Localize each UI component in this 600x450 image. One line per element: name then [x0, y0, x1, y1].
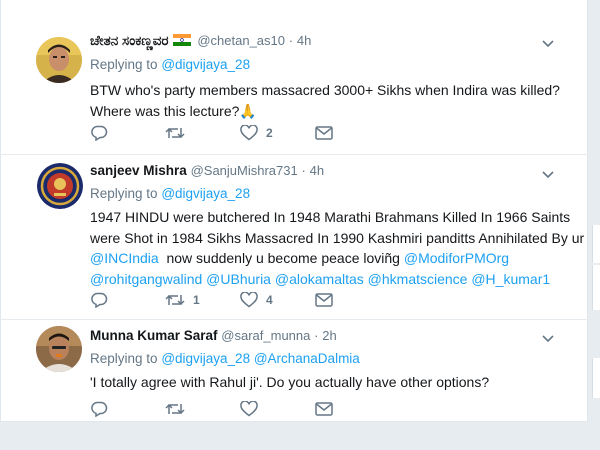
like-count: 4	[266, 293, 273, 307]
mention-link[interactable]: @ModiforPMOrg	[404, 250, 509, 266]
mention-link[interactable]: @INCIndia	[90, 250, 159, 266]
timestamp[interactable]: 4h	[297, 33, 311, 48]
avatar[interactable]	[36, 37, 82, 83]
mention-link[interactable]: @digvijaya_28 @ArchanaDalmia	[161, 351, 360, 366]
side-panel-fragment	[592, 265, 600, 310]
tweet-text-line: 1947 HINDU were butchered In 1948 Marath…	[90, 209, 571, 225]
tweet-text-line: were Shot in 1984 Sikhs Massacred In 199…	[90, 229, 585, 246]
reply-button[interactable]	[90, 401, 108, 417]
separator-dot: ·	[288, 33, 294, 48]
tweet[interactable]: ಚೇತನ ಸಂಕಣ್ಣವರ @chetan_as10 · 4h Replying…	[0, 0, 588, 155]
tweet-text: BTW who's party members massacred 3000+ …	[90, 80, 560, 121]
tweet-header: ಚೇತನ ಸಂಕಣ್ಣವರ @chetan_as10 · 4h	[90, 33, 311, 49]
retweet-icon	[165, 294, 185, 306]
like-button[interactable]	[240, 401, 258, 417]
user-handle[interactable]: @SanjuMishra731	[191, 163, 298, 178]
reply-icon	[91, 401, 108, 417]
page-background	[0, 422, 600, 450]
tweet-actions: 2	[90, 125, 350, 145]
reply-button[interactable]	[90, 125, 108, 141]
side-panel-fragment	[592, 358, 600, 398]
chevron-down-icon[interactable]	[542, 171, 554, 179]
retweet-count: 1	[193, 293, 200, 307]
mention-link[interactable]: @digvijaya_28	[161, 57, 250, 72]
replying-to-label: Replying to	[90, 57, 158, 72]
tweet-text: 'I totally agree with Rahul ji'. Do you …	[90, 372, 530, 393]
tweet-header: Munna Kumar Saraf @saraf_munna · 2h	[90, 328, 337, 343]
reply-icon	[91, 292, 108, 308]
user-handle[interactable]: @saraf_munna	[221, 328, 310, 343]
replying-to: Replying to @digvijaya_28	[90, 57, 250, 72]
tweet[interactable]: sanjeev Mishra @SanjuMishra731 · 4h Repl…	[0, 155, 588, 320]
india-flag-icon	[172, 34, 191, 46]
avatar[interactable]	[36, 326, 82, 372]
retweet-button[interactable]	[165, 401, 185, 417]
direct-message-button[interactable]	[315, 125, 333, 141]
tweet-text: 1947 HINDU were butchered In 1948 Marath…	[90, 207, 585, 290]
like-icon	[240, 292, 258, 308]
message-icon	[315, 293, 333, 307]
tweet-text-line: 'I totally agree with Rahul ji'. Do you …	[90, 374, 490, 390]
mention-links-line[interactable]: @rohitgangwalind @UBhuria @alokamaltas @…	[90, 269, 550, 290]
tweet-actions	[90, 401, 350, 421]
retweet-button[interactable]	[165, 125, 185, 141]
replying-to: Replying to @digvijaya_28 @ArchanaDalmia	[90, 351, 360, 366]
replying-to-label: Replying to	[90, 351, 158, 366]
display-name[interactable]: sanjeev Mishra	[90, 163, 187, 178]
tweet-text-line: @INCIndia now suddenly u become peace lo…	[90, 248, 530, 269]
timestamp[interactable]: 2h	[322, 328, 336, 343]
like-button[interactable]: 2	[240, 125, 273, 141]
replying-to: Replying to @digvijaya_28	[90, 186, 250, 201]
separator-dot: ·	[301, 163, 306, 178]
like-icon	[240, 401, 258, 417]
separator-dot: ·	[314, 328, 319, 343]
message-icon	[315, 402, 333, 416]
retweet-icon	[165, 127, 185, 139]
display-name[interactable]: Munna Kumar Saraf	[90, 328, 218, 343]
tweet-text-segment: now suddenly u become peace loviñg	[158, 250, 404, 266]
replying-to-label: Replying to	[90, 186, 158, 201]
like-count: 2	[266, 126, 273, 140]
chevron-down-icon[interactable]	[542, 40, 554, 48]
tweet[interactable]: Munna Kumar Saraf @saraf_munna · 2h Repl…	[0, 320, 588, 422]
message-icon	[315, 126, 333, 140]
retweet-icon	[165, 403, 185, 415]
tweet-text-line: BTW who's party members massacred 3000+ …	[90, 82, 560, 98]
mention-link[interactable]: @digvijaya_28	[161, 186, 250, 201]
avatar[interactable]	[37, 163, 83, 209]
reply-button[interactable]	[90, 292, 108, 308]
direct-message-button[interactable]	[315, 401, 333, 417]
user-handle[interactable]: @chetan_as10	[197, 33, 285, 48]
direct-message-button[interactable]	[315, 292, 333, 308]
like-icon	[240, 125, 258, 141]
side-panel-fragment	[592, 225, 600, 263]
like-button[interactable]: 4	[240, 292, 273, 308]
timestamp[interactable]: 4h	[310, 163, 324, 178]
tweet-header: sanjeev Mishra @SanjuMishra731 · 4h	[90, 163, 324, 178]
tweet-text-line: Where was this lecture?🙏	[90, 102, 257, 119]
tweet-actions: 1 4	[90, 292, 350, 312]
chevron-down-icon[interactable]	[542, 335, 554, 343]
retweet-button[interactable]: 1	[165, 292, 200, 308]
reply-icon	[91, 125, 108, 141]
display-name[interactable]: ಚೇತನ ಸಂಕಣ್ಣವರ	[90, 33, 169, 48]
